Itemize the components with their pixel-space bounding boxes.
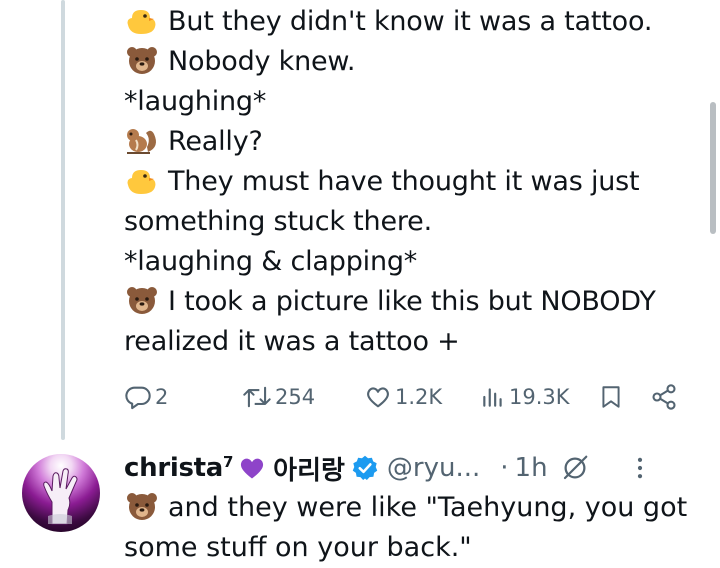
chick-emoji-icon: [127, 10, 156, 34]
like-count: 1.2K: [395, 385, 443, 409]
scrollbar[interactable]: [710, 102, 716, 234]
heart-icon: [367, 387, 389, 408]
tweet-line: They must have thought it was just: [124, 162, 704, 202]
tweet-line: *laughing*: [124, 82, 704, 122]
tweet-line-text: *laughing & clapping*: [124, 246, 418, 277]
display-name-text: christa: [124, 453, 224, 483]
reply-tweet[interactable]: christa7 아리랑 @ryu... · 1h and they were …: [0, 440, 720, 567]
reply-button[interactable]: 2: [124, 378, 168, 416]
display-name-suffix: 아리랑: [273, 455, 345, 486]
bear-emoji-icon: [127, 287, 157, 314]
tweet-line: Really?: [124, 122, 704, 162]
tweet-line-text: But they didn't know it was a tattoo.: [168, 6, 653, 37]
tweet-line: I took a picture like this but NOBODY: [124, 282, 704, 322]
verified-badge-icon: [352, 455, 378, 481]
tweet-line-text: Really?: [168, 126, 263, 157]
views-count: 19.3K: [509, 385, 570, 409]
avatar[interactable]: [22, 454, 100, 532]
reply-line: some stuff on your back.": [124, 528, 704, 568]
tweet-line-text: I took a picture like this but NOBODY: [168, 286, 656, 317]
bear-emoji-icon: [127, 47, 157, 74]
tweet-action-bar: 2 254 1.2K 19.3K: [124, 378, 684, 416]
repost-button[interactable]: 254: [242, 378, 315, 416]
tweet-line: *laughing & clapping*: [124, 242, 704, 282]
reply-icon: [125, 386, 151, 410]
tweet-line-text: They must have thought it was just: [168, 166, 640, 197]
repost-count: 254: [275, 385, 316, 409]
reply-user-row: christa7 아리랑 @ryu... · 1h: [124, 448, 704, 488]
tweet-line: something stuck there.: [124, 202, 704, 242]
thread-connector-line: [61, 0, 65, 440]
reply-line-text: some stuff on your back.": [124, 532, 472, 563]
tweet-line-text: *laughing*: [124, 86, 267, 117]
tweet-line-text: realized it was a tattoo +: [124, 326, 460, 357]
views-icon: [483, 388, 502, 407]
bookmark-icon: [602, 386, 620, 408]
avatar-hand-image: [43, 468, 78, 525]
user-handle[interactable]: @ryu...: [387, 453, 480, 483]
reply-line: and they were like "Taehyung, you got: [124, 488, 704, 528]
purple-heart-icon: [241, 458, 264, 479]
like-button[interactable]: 1.2K: [364, 378, 442, 416]
grok-icon[interactable]: [560, 453, 590, 483]
separator-dot: ·: [500, 453, 509, 483]
reply-body: and they were like "Taehyung, you got so…: [124, 488, 704, 568]
display-name-superscript: 7: [223, 453, 234, 471]
chick-emoji-icon: [127, 170, 156, 194]
reply-count: 2: [155, 385, 169, 409]
more-options-icon[interactable]: [630, 454, 650, 482]
share-button[interactable]: [650, 378, 678, 416]
tweet-body: But they didn't know it was a tattoo. No…: [124, 2, 704, 362]
bookmark-button[interactable]: [598, 378, 624, 416]
display-name[interactable]: christa7: [124, 453, 233, 483]
repost-icon: [243, 386, 271, 408]
tweet-line: Nobody knew.: [124, 42, 704, 82]
share-icon: [652, 384, 676, 410]
tweet-line: But they didn't know it was a tattoo.: [124, 2, 704, 42]
tweet-line-text: something stuck there.: [124, 206, 432, 237]
tweet-line: realized it was a tattoo +: [124, 322, 704, 362]
timestamp[interactable]: 1h: [515, 453, 548, 483]
chipmunk-emoji-icon: [127, 129, 156, 154]
reply-line-text: and they were like "Taehyung, you got: [168, 492, 688, 523]
bear-emoji-icon: [127, 493, 157, 520]
views-button[interactable]: 19.3K: [480, 378, 570, 416]
tweet-line-text: Nobody knew.: [168, 46, 356, 77]
